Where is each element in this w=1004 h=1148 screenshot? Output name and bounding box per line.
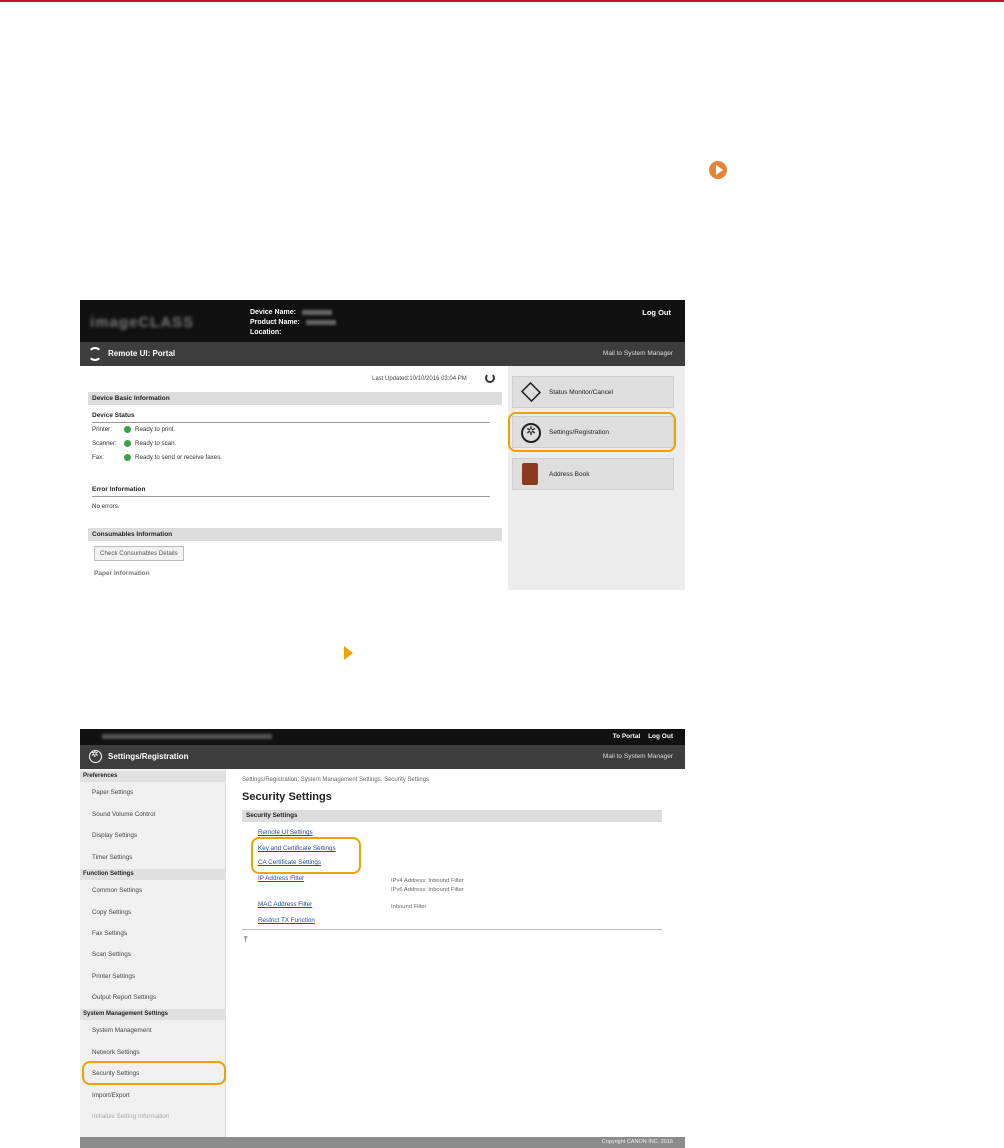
status-value: Ready to scan.	[135, 440, 177, 448]
orange-arrow-circle-icon[interactable]	[709, 161, 727, 179]
logout-link[interactable]: Log Out	[648, 733, 673, 740]
ip-filter-description: IPv4 Address: Inbound Filter IPv6 Address…	[391, 877, 464, 895]
status-green-dot-icon	[124, 440, 131, 447]
refresh-icon[interactable]	[485, 373, 495, 383]
device-info: Device Name: Product Name: Location:	[250, 308, 336, 338]
address-book-icon	[522, 463, 538, 485]
sidebar-item[interactable]: Import/Export	[92, 1092, 130, 1099]
status-label: Printer:	[92, 426, 112, 434]
sidebar-item[interactable]: Output Report Settings	[92, 994, 156, 1001]
status-row: Printer: Ready to print.	[92, 426, 175, 433]
settings-title-bar: Settings/Registration Mail to System Man…	[80, 745, 685, 769]
status-monitor-icon	[520, 381, 542, 403]
settings-gear-icon	[89, 749, 102, 763]
portal-header: imageCLASS Device Name: Product Name: Lo…	[80, 300, 685, 342]
sidebar-item[interactable]: Scan Settings	[92, 951, 131, 958]
sidebar-item[interactable]: Display Settings	[92, 832, 137, 839]
error-info-heading: Error Information	[92, 486, 146, 493]
status-label: Fax:	[92, 454, 105, 462]
address-book-button[interactable]: Address Book	[512, 458, 674, 490]
portal-title: Remote UI: Portal	[108, 349, 176, 358]
sidebar-item[interactable]: Printer Settings	[92, 973, 135, 980]
mac-address-filter-link[interactable]: MAC Address Filter	[258, 901, 312, 908]
portal-side-menu: Status Monitor/Cancel Settings/Registrat…	[508, 366, 685, 590]
mac-filter-description: Inbound Filter	[391, 904, 427, 910]
product-name-label: Product Name:	[250, 319, 300, 326]
basic-info-header: Device Basic Information	[88, 392, 502, 405]
sidebar-item[interactable]: Paper Settings	[92, 789, 133, 796]
sidebar-item[interactable]: Copy Settings	[92, 909, 131, 916]
status-green-dot-icon	[124, 454, 131, 461]
device-name-label: Device Name:	[250, 309, 296, 316]
sidebar-item[interactable]: Timer Settings	[92, 854, 132, 861]
sidebar-group-preferences: Preferences	[80, 771, 226, 782]
consumables-header: Consumables Information	[88, 528, 502, 541]
settings-footer: Copyright CANON INC. 2016	[80, 1137, 685, 1148]
sidebar-group-function: Function Settings	[80, 869, 226, 880]
divider	[92, 496, 490, 497]
sidebar-item[interactable]: Common Settings	[92, 887, 142, 894]
address-book-label: Address Book	[549, 471, 590, 478]
last-updated: Last Updated:10/10/2016 03:04 PM	[372, 376, 467, 382]
mail-to-manager-link[interactable]: Mail to System Manager	[603, 350, 673, 357]
paper-info-heading: Paper Information	[94, 570, 150, 577]
location-label: Location:	[250, 329, 282, 336]
sidebar-item[interactable]: Initialize Setting Information	[92, 1113, 169, 1120]
orange-arrow-icon	[344, 646, 353, 660]
mail-to-manager-link[interactable]: Mail to System Manager	[603, 753, 673, 760]
breadcrumb: Settings/Registration: System Management…	[242, 777, 430, 783]
highlight-ring	[251, 837, 361, 874]
divider	[242, 929, 662, 930]
device-name-value	[301, 309, 332, 315]
sidebar-item[interactable]: System Management	[92, 1027, 152, 1034]
blurred-device-info	[102, 734, 272, 739]
no-errors-text: No errors.	[92, 503, 120, 510]
sidebar-item[interactable]: Fax Settings	[92, 930, 127, 937]
settings-registration-screenshot: To Portal Log Out Settings/Registration …	[80, 729, 685, 1148]
device-status-heading: Device Status	[92, 412, 135, 419]
sidebar-item[interactable]: Sound Volume Control	[92, 811, 155, 818]
status-green-dot-icon	[124, 426, 131, 433]
sidebar-item[interactable]: Network Settings	[92, 1049, 140, 1056]
section-header: Security Settings	[242, 810, 662, 822]
logout-link[interactable]: Log Out	[642, 308, 671, 317]
status-row: Fax: Ready to send or receive faxes.	[92, 454, 222, 461]
portal-title-bar: Remote UI: Portal Mail to System Manager	[80, 342, 685, 366]
settings-sidebar: Preferences Paper Settings Sound Volume …	[80, 769, 226, 1148]
portal-icon	[88, 347, 102, 361]
ipv4-desc: IPv4 Address: Inbound Filter	[391, 878, 464, 884]
top-red-rule	[0, 0, 1004, 2]
copyright: Copyright CANON INC. 2016	[601, 1139, 673, 1145]
to-portal-link[interactable]: To Portal	[613, 733, 641, 740]
status-monitor-label: Status Monitor/Cancel	[549, 389, 613, 396]
scroll-to-top-icon[interactable]: ⤒	[244, 935, 248, 945]
status-label: Scanner:	[92, 440, 117, 448]
highlight-ring	[508, 412, 676, 452]
ip-address-filter-link[interactable]: IP Address Filter	[258, 875, 304, 882]
divider	[92, 422, 490, 423]
check-consumables-button[interactable]: Check Consumables Details	[94, 546, 184, 561]
highlight-ring	[82, 1061, 226, 1085]
sidebar-group-system: System Management Settings	[80, 1009, 226, 1020]
header-links: To Portal Log Out	[607, 733, 673, 740]
status-value: Ready to send or receive faxes.	[135, 454, 223, 462]
remote-ui-portal-screenshot: imageCLASS Device Name: Product Name: Lo…	[80, 300, 685, 590]
restrict-tx-function-link[interactable]: Restrict TX Function	[258, 917, 315, 924]
remote-ui-settings-link[interactable]: Remote UI Settings	[258, 829, 313, 836]
settings-header: To Portal Log Out	[80, 729, 685, 745]
settings-content: Settings/Registration: System Management…	[226, 769, 685, 1148]
settings-title: Settings/Registration	[108, 752, 189, 761]
status-value: Ready to print.	[135, 426, 176, 434]
product-name-value	[305, 319, 336, 325]
ipv6-desc: IPv6 Address: Inbound Filter	[391, 887, 464, 893]
page-title: Security Settings	[242, 791, 332, 803]
status-monitor-button[interactable]: Status Monitor/Cancel	[512, 376, 674, 408]
status-row: Scanner: Ready to scan.	[92, 440, 176, 447]
portal-main: Last Updated:10/10/2016 03:04 PM Device …	[80, 366, 508, 590]
brand-logo: imageCLASS	[90, 314, 195, 331]
